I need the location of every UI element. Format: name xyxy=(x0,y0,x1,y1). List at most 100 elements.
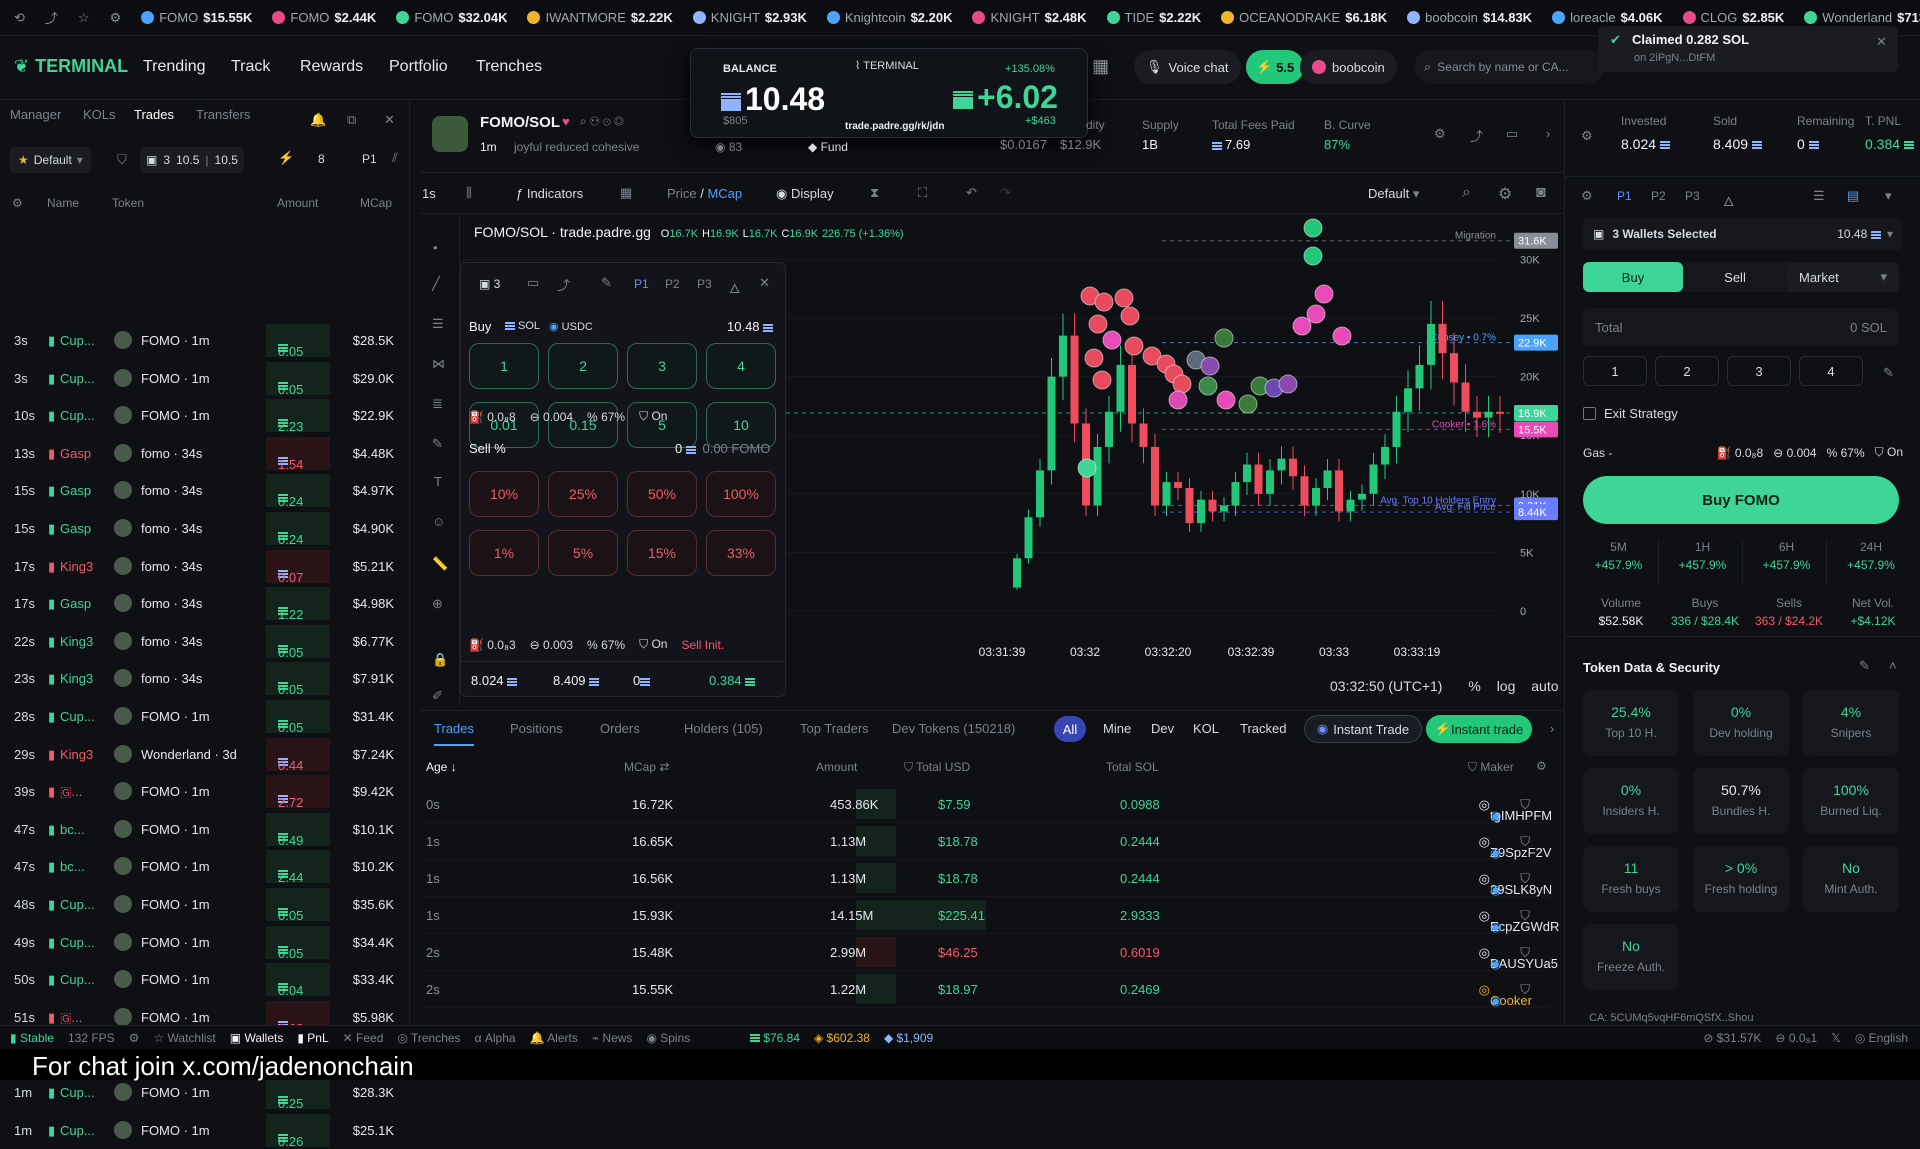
trade-bubble[interactable] xyxy=(1238,394,1258,414)
trade-row[interactable]: 47s ▮ bc... FOMO · 1m 0.49 $10.1K xyxy=(0,811,410,848)
qt-sell-100pct[interactable]: 100% xyxy=(706,471,776,517)
row-filter-icon[interactable]: ⛉ xyxy=(1520,945,1530,961)
undo-icon[interactable]: ↶ xyxy=(966,185,977,201)
tabs-scroll-icon[interactable]: › xyxy=(1550,721,1554,736)
trade-row[interactable]: 47s ▮ bc... FOMO · 1m 2.44 $10.2K xyxy=(0,848,410,885)
status-pnl[interactable]: ▮ PnL xyxy=(297,1031,328,1045)
trade-bubble[interactable] xyxy=(1120,306,1140,326)
settings-icon[interactable]: ⚙ xyxy=(1434,126,1446,142)
status-x-icon[interactable]: 𝕏 xyxy=(1831,1031,1841,1045)
boost-button[interactable]: ⚡ 5.5 xyxy=(1246,50,1305,84)
quick-amount[interactable]: 8 xyxy=(318,152,325,166)
qt-preset-p3[interactable]: P3 xyxy=(697,277,712,291)
period-24H[interactable]: 24H +457.9% xyxy=(1831,540,1911,584)
lock-icon[interactable]: 🔒 xyxy=(432,652,448,668)
display-button[interactable]: ◉ Display xyxy=(776,186,834,202)
close-icon[interactable]: ✕ xyxy=(1876,34,1887,50)
chart-toggle-icon[interactable]: ⤴ xyxy=(1470,126,1483,145)
th-age[interactable]: Age ↓ xyxy=(426,760,457,774)
refresh-icon[interactable]: ⟲ xyxy=(14,10,25,26)
trade-row[interactable]: 23s ▮ King3 fomo · 34s 0.05 $7.91K xyxy=(0,660,410,697)
templates-icon[interactable]: ▦ xyxy=(620,185,632,201)
th-mcap[interactable]: MCap ⇄ xyxy=(624,760,669,774)
ticker-item[interactable]: IWANTMORE $2.22K xyxy=(527,10,673,25)
trade-bubble[interactable] xyxy=(1102,330,1122,350)
tab-holders[interactable]: Holders (105) xyxy=(684,721,763,736)
trade-bubble[interactable] xyxy=(1200,356,1220,376)
search-input[interactable]: Search by name or CA... xyxy=(1437,60,1568,74)
r-collapse-icon[interactable]: ▾ xyxy=(1885,188,1892,204)
order-settings-icon[interactable]: ⚙ xyxy=(1581,188,1593,204)
amount-2[interactable]: 2 xyxy=(1655,356,1719,386)
security-edit-icon[interactable]: ✎ xyxy=(1859,658,1870,674)
table-row[interactable]: 1s 16.56K 1.13M $18.78 0.2444 ◎ 39SLK8yN ◉ ⛉ xyxy=(420,860,1552,897)
edit-amounts-icon[interactable]: ✎ xyxy=(1883,365,1894,381)
trade-row[interactable]: 39s ▮ 🇬... FOMO · 1m 2.72 $9.42K xyxy=(0,773,410,810)
nav-trenches[interactable]: Trenches xyxy=(476,58,542,76)
qt-buy-2[interactable]: 2 xyxy=(548,343,618,389)
trade-row[interactable]: 17s ▮ King3 fomo · 34s 0.07 $5.21K xyxy=(0,548,410,585)
trade-row[interactable]: 13s ▮ Gasp fomo · 34s 1.54 $4.48K xyxy=(0,435,410,472)
ruler-icon[interactable]: 📏 xyxy=(432,556,448,572)
status-alerts[interactable]: 🔔 Alerts xyxy=(530,1031,578,1045)
ticker-item[interactable]: TIDE $2.22K xyxy=(1106,10,1201,25)
hlines-icon[interactable]: ☰ xyxy=(432,316,444,332)
wallets-selector[interactable]: ▣ 3 Wallets Selected 10.48 ▾ xyxy=(1583,218,1903,250)
tab-positions[interactable]: Positions xyxy=(510,721,563,736)
row-filter-icon[interactable]: ⛉ xyxy=(1520,797,1530,813)
side-sell[interactable]: Sell xyxy=(1685,262,1785,292)
ticker-item[interactable]: Knightcoin $2.20K xyxy=(826,10,952,25)
ticker-item[interactable]: loreacle $4.06K xyxy=(1552,10,1663,25)
fullscreen-icon[interactable]: ⛶ xyxy=(918,185,927,201)
tab-kols[interactable]: KOLs xyxy=(83,107,116,122)
brand[interactable]: ❦ TERMINAL xyxy=(14,56,128,77)
qt-buy-4[interactable]: 4 xyxy=(706,343,776,389)
qt-chart-icon[interactable]: ⤴ xyxy=(557,275,570,294)
row-filter-icon[interactable]: ⛉ xyxy=(1520,871,1530,887)
qt-sell-settings[interactable]: ⛽ 0.0₈3 ⊖ 0.003 % 67% ⛉ On Sell Init. xyxy=(469,637,724,652)
qt-fire-icon[interactable]: 🜂 xyxy=(729,275,740,301)
buy-token-button[interactable]: Buy FOMO xyxy=(1583,476,1899,524)
r-preset-p2[interactable]: P2 xyxy=(1651,189,1666,203)
table-row[interactable]: 2s 15.55K 1.22M $18.97 0.2469 ◎ Cooker ◉ ⛉ xyxy=(420,971,1550,1008)
qt-buy-1[interactable]: 1 xyxy=(469,343,539,389)
instant-trade-button-1[interactable]: ◉ Instant Trade xyxy=(1304,715,1422,743)
candle-type-icon[interactable]: ⫼ xyxy=(466,185,472,201)
amount-1[interactable]: 1 xyxy=(1583,356,1647,386)
trade-bubble[interactable] xyxy=(1332,326,1352,346)
bell-icon[interactable]: 🔔 xyxy=(310,112,326,128)
qt-sell-5pct[interactable]: 5% xyxy=(548,530,618,576)
status-lang[interactable]: ◎ English xyxy=(1855,1031,1908,1045)
preset-p1[interactable]: P1 xyxy=(362,152,377,166)
trade-bubble[interactable] xyxy=(1094,292,1114,312)
status-trenches[interactable]: ◎ Trenches xyxy=(397,1031,460,1045)
ticker-item[interactable]: FOMO $2.44K xyxy=(272,10,376,25)
th-total-usd[interactable]: ⛉ Total USD xyxy=(904,760,970,775)
wallet-button[interactable]: boobcoin xyxy=(1300,50,1397,84)
trade-row[interactable]: 17s ▮ Gasp fomo · 34s 1.22 $4.98K xyxy=(0,585,410,622)
star-icon[interactable]: ☆ xyxy=(78,10,90,26)
filter-mine[interactable]: Mine xyxy=(1103,721,1131,736)
tab-top-traders[interactable]: Top Traders xyxy=(800,721,869,736)
tab-manager[interactable]: Manager xyxy=(10,107,61,122)
r-preset-p3[interactable]: P3 xyxy=(1685,189,1700,203)
nav-portfolio[interactable]: Portfolio xyxy=(389,58,448,76)
r-preset-p1[interactable]: P1 xyxy=(1617,189,1632,203)
contract-address[interactable]: CA: 5CUMq5vqHF6mQSfX..Shou xyxy=(1589,1012,1753,1024)
ticker-item[interactable]: KNIGHT $2.48K xyxy=(972,10,1087,25)
trade-bubble[interactable] xyxy=(1088,314,1108,334)
trade-bubble[interactable] xyxy=(1168,390,1188,410)
heart-icon[interactable]: ♥ xyxy=(562,114,570,129)
qt-sol-toggle[interactable]: SOL xyxy=(505,320,540,332)
qt-sell-50pct[interactable]: 50% xyxy=(627,471,697,517)
trade-bubble[interactable] xyxy=(1303,246,1323,266)
redo-icon[interactable]: ↷ xyxy=(1000,185,1011,201)
log-toggle[interactable]: log xyxy=(1497,678,1516,694)
row-maker[interactable]: ◎ tgIMHPFM ◉ xyxy=(1479,797,1552,823)
close-panel-icon[interactable]: ✕ xyxy=(384,112,395,128)
period-1H[interactable]: 1H +457.9% xyxy=(1663,540,1743,584)
pencil-icon[interactable]: ✐ xyxy=(432,688,443,704)
qt-sell-33pct[interactable]: 33% xyxy=(706,530,776,576)
trendline-icon[interactable]: ╱ xyxy=(432,276,440,292)
filter-tracked[interactable]: Tracked xyxy=(1240,721,1286,736)
